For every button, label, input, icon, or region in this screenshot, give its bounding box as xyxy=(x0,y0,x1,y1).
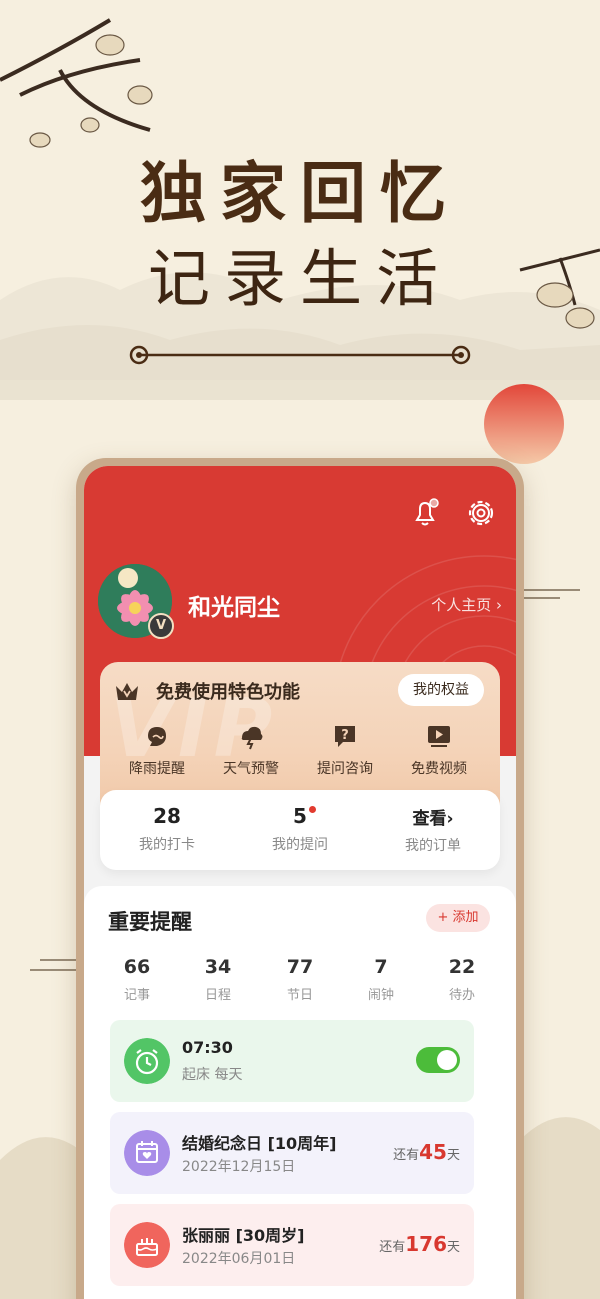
stat-orders[interactable]: 查看› 我的订单 xyxy=(368,804,498,855)
username: 和光同尘 xyxy=(188,595,280,621)
feature-label: 降雨提醒 xyxy=(129,761,185,777)
feature-free-video[interactable]: 免费视频 xyxy=(394,722,484,778)
count-label: 记事 xyxy=(123,988,150,1003)
birthday-cake-icon xyxy=(124,1222,170,1268)
birthday-reminder-card[interactable]: 张丽丽 [30周岁] 2022年06月01日 还有176天 xyxy=(110,1204,474,1286)
count-value: 66 xyxy=(123,956,151,978)
anniversary-date: 2022年12月15日 xyxy=(182,1159,296,1175)
countdown-days: 45 xyxy=(419,1140,447,1164)
stats-card: 28 我的打卡 5 我的提问 查看› 我的订单 xyxy=(100,790,500,870)
countdown-suffix: 天 xyxy=(446,1240,460,1255)
count-value: 22 xyxy=(448,956,476,978)
app-screen: V 和光同尘 个人主页 › VIP 免费使用特色功能 我的权益 降雨提醒 天气预… xyxy=(84,466,516,1299)
feature-label: 天气预警 xyxy=(223,761,279,777)
important-reminders-section: 重要提醒 + 添加 66 记事 34 日程 77 节日 7 闹钟 22 待办 0… xyxy=(84,886,516,1299)
stat-label: 我的提问 xyxy=(272,837,328,853)
countdown-prefix: 还有 xyxy=(379,1240,406,1255)
vip-badge: V xyxy=(148,613,174,639)
birthday-title: 张丽丽 [30周岁] xyxy=(182,1226,305,1245)
my-rights-button[interactable]: 我的权益 xyxy=(398,674,484,706)
unread-dot xyxy=(309,806,316,813)
feature-rain-alert[interactable]: 降雨提醒 xyxy=(112,722,202,778)
count-label: 日程 xyxy=(204,988,231,1003)
phone-mockup: V 和光同尘 个人主页 › VIP 免费使用特色功能 我的权益 降雨提醒 天气预… xyxy=(76,458,524,1299)
feature-label: 提问咨询 xyxy=(317,761,373,777)
stat-value: 查看› xyxy=(412,809,454,829)
hero-divider xyxy=(129,345,471,365)
anniversary-reminder-card[interactable]: 结婚纪念日 [10周年] 2022年12月15日 还有45天 xyxy=(110,1112,474,1194)
count-value: 77 xyxy=(286,956,314,978)
alarm-clock-icon xyxy=(124,1038,170,1084)
stat-questions[interactable]: 5 我的提问 xyxy=(235,804,365,854)
feature-label: 免费视频 xyxy=(411,761,467,777)
countdown: 还有45天 xyxy=(393,1140,460,1164)
alarm-time: 07:30 xyxy=(182,1038,233,1057)
count-alarms[interactable]: 7 闹钟 xyxy=(346,956,416,1003)
svg-text:?: ? xyxy=(341,728,349,743)
countdown-suffix: 天 xyxy=(446,1148,460,1163)
count-label: 节日 xyxy=(286,988,313,1003)
section-title: 重要提醒 xyxy=(108,910,192,934)
count-label: 待办 xyxy=(448,988,475,1003)
count-value: 34 xyxy=(204,956,232,978)
stat-label: 我的订单 xyxy=(405,838,461,854)
alarm-toggle[interactable] xyxy=(416,1047,460,1073)
feature-question[interactable]: ? 提问咨询 xyxy=(300,722,390,778)
countdown-prefix: 还有 xyxy=(393,1148,420,1163)
count-todos[interactable]: 22 待办 xyxy=(427,956,497,1003)
video-icon xyxy=(428,726,450,747)
vip-title: 免费使用特色功能 xyxy=(156,682,300,703)
countdown-days: 176 xyxy=(405,1232,447,1256)
count-schedule[interactable]: 34 日程 xyxy=(183,956,253,1003)
crown-icon xyxy=(116,683,138,700)
profile-home-link[interactable]: 个人主页 › xyxy=(431,594,502,615)
hero-title: 独家回忆 xyxy=(140,154,460,232)
weather-warning-icon xyxy=(241,726,263,750)
settings-gear-icon[interactable] xyxy=(464,496,498,530)
question-icon: ? xyxy=(335,726,355,747)
add-reminder-button[interactable]: + 添加 xyxy=(426,904,490,932)
alarm-repeat: 起床 每天 xyxy=(182,1067,243,1083)
count-value: 7 xyxy=(374,956,388,978)
stat-label: 我的打卡 xyxy=(139,837,195,853)
feature-weather-warning[interactable]: 天气预警 xyxy=(206,722,296,778)
birthday-date: 2022年06月01日 xyxy=(182,1251,296,1267)
toggle-knob xyxy=(437,1050,457,1070)
stat-value: 5 xyxy=(293,804,307,828)
stat-value: 28 xyxy=(153,804,181,828)
count-label: 闹钟 xyxy=(367,988,394,1003)
anniversary-title: 结婚纪念日 [10周年] xyxy=(182,1134,337,1153)
notification-bell-icon[interactable] xyxy=(408,496,442,530)
count-notes[interactable]: 66 记事 xyxy=(102,956,172,1003)
countdown: 还有176天 xyxy=(379,1232,460,1256)
hero-subtitle: 记录生活 xyxy=(147,242,452,315)
count-festivals[interactable]: 77 节日 xyxy=(265,956,335,1003)
calendar-heart-icon xyxy=(124,1130,170,1176)
alarm-reminder-card[interactable]: 07:30 起床 每天 xyxy=(110,1020,474,1102)
stat-checkins[interactable]: 28 我的打卡 xyxy=(102,804,232,854)
rain-icon xyxy=(148,727,166,746)
